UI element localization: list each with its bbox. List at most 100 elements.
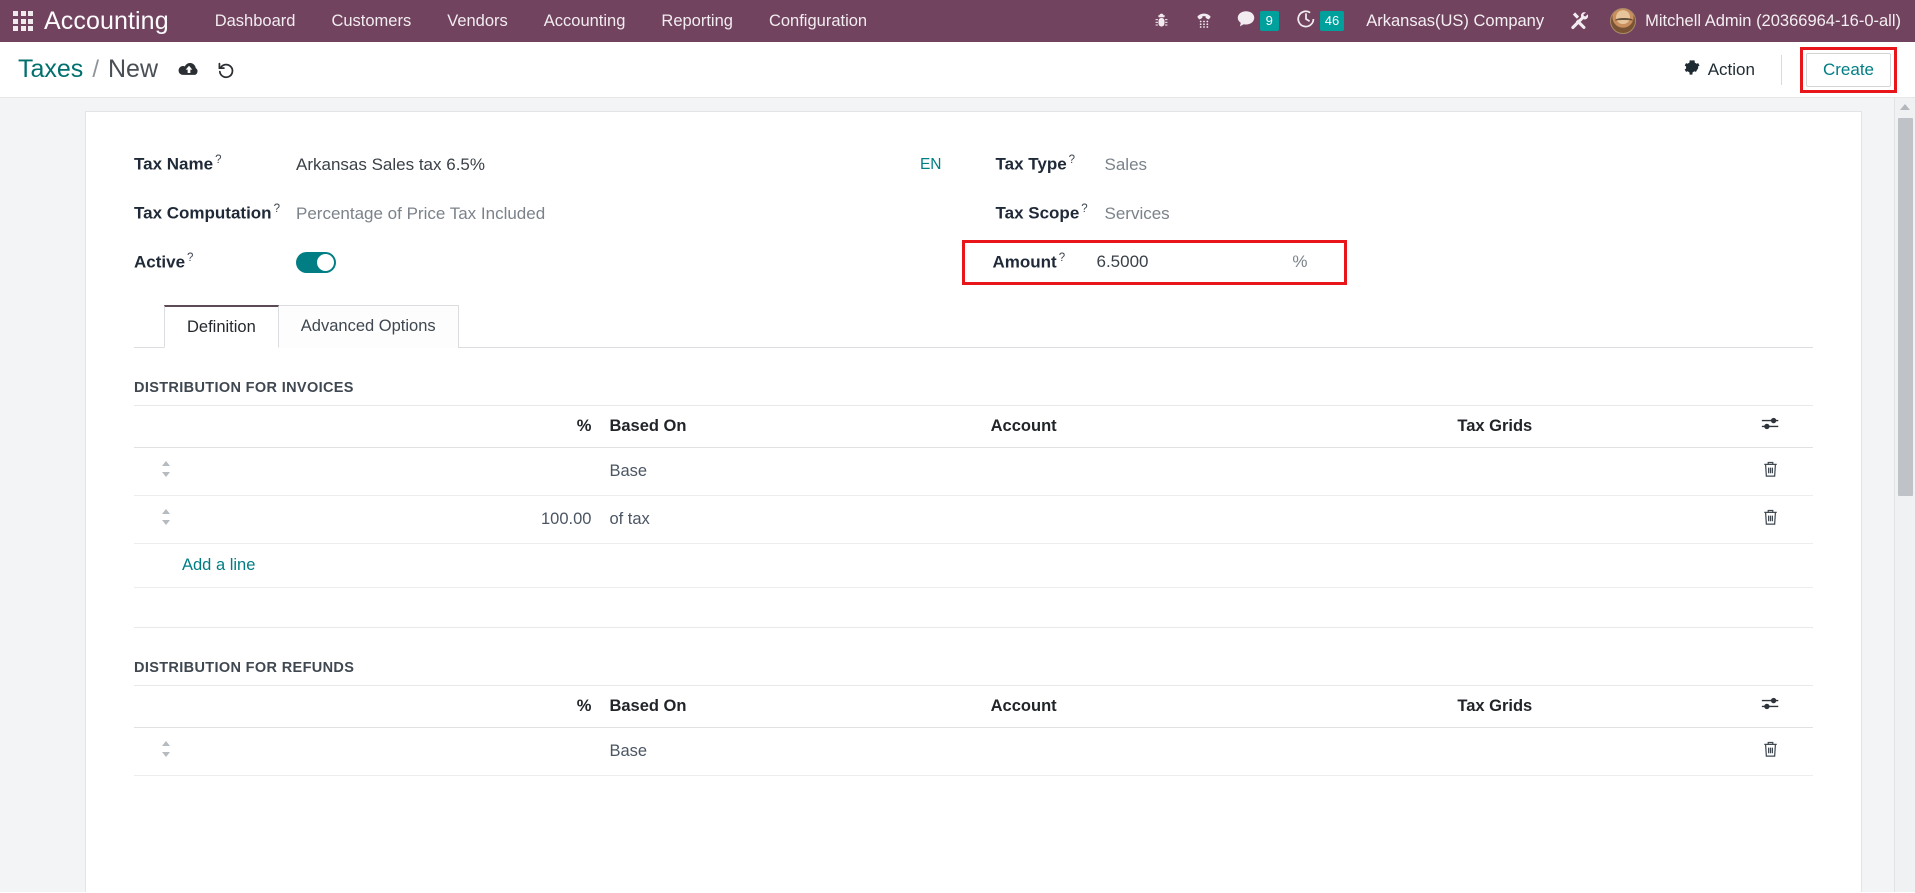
row-based-on[interactable]: Base [601,447,786,496]
row-drag-handle[interactable] [134,447,198,496]
apps-grid-icon[interactable] [6,0,40,42]
page-body: Tax Name? Arkansas Sales tax 6.5% EN Tax… [0,98,1915,892]
help-icon-amount[interactable]: ? [1059,252,1065,264]
row-tax-grids[interactable] [1262,495,1728,544]
menu-item-configuration[interactable]: Configuration [751,0,885,42]
keypad-icon[interactable] [1183,0,1225,42]
help-icon-tax-scope[interactable]: ? [1081,203,1087,215]
breadcrumb: Taxes / New [18,55,158,84]
vertical-scrollbar[interactable] [1894,98,1915,892]
help-icon-tax-type[interactable]: ? [1069,154,1075,166]
menu-item-accounting[interactable]: Accounting [526,0,644,42]
wrench-screwdriver-icon[interactable] [1558,0,1600,42]
menu-item-dashboard[interactable]: Dashboard [197,0,314,42]
th-column-options [1727,686,1813,728]
trash-icon[interactable] [1762,461,1779,482]
add-line-row[interactable]: Add a line [134,543,1813,588]
th-tax-grids[interactable]: Tax Grids [1262,686,1728,728]
section-refunds-title: DISTRIBUTION FOR REFUNDS [134,628,1813,686]
th-account[interactable]: Account [785,406,1263,448]
field-tax-computation-label: Tax Computation? [134,203,292,224]
row-account[interactable] [785,495,1263,544]
help-icon-tax-computation[interactable]: ? [274,203,280,215]
invoices-table-body: Base 100.00 of tax Add a line [134,447,1813,628]
drag-handle-icon[interactable] [160,740,172,758]
row-drag-handle[interactable] [134,727,198,776]
field-tax-computation-value[interactable]: Percentage of Price Tax Included [292,204,545,224]
top-navbar: Accounting Dashboard Customers Vendors A… [0,0,1915,42]
company-switcher[interactable]: Arkansas(US) Company [1350,0,1558,42]
active-toggle[interactable] [296,252,336,273]
help-icon-tax-name[interactable]: ? [215,154,221,166]
messages-count-badge: 9 [1259,11,1279,31]
column-options-icon[interactable] [1761,696,1780,711]
table-row[interactable]: 100.00 of tax [134,495,1813,544]
row-percent[interactable] [197,447,602,496]
row-tax-grids[interactable] [1262,727,1728,776]
add-a-line-link[interactable]: Add a line [182,556,255,574]
row-percent[interactable] [197,727,602,776]
breadcrumb-taxes[interactable]: Taxes [18,55,83,84]
field-amount-label: Amount? [993,252,1093,273]
cloud-upload-icon[interactable] [178,61,200,78]
th-percent[interactable]: % [197,406,602,448]
scrollbar-thumb[interactable] [1898,118,1913,496]
section-distribution-refunds: DISTRIBUTION FOR REFUNDS % Based On Acco… [86,628,1861,776]
table-header-row: % Based On Account Tax Grids [134,686,1813,728]
create-button[interactable]: Create [1805,52,1891,87]
invoices-distribution-table: % Based On Account Tax Grids Base 100.00… [134,406,1813,628]
trash-icon[interactable] [1762,509,1779,530]
row-delete-cell [1727,447,1813,496]
help-icon-active[interactable]: ? [187,252,193,264]
menu-item-reporting[interactable]: Reporting [643,0,751,42]
row-percent[interactable]: 100.00 [197,495,602,544]
action-button[interactable]: Action [1679,54,1769,86]
undo-icon[interactable] [216,60,236,80]
bug-icon[interactable] [1141,0,1183,42]
field-tax-scope-value[interactable]: Services [1101,204,1170,224]
field-tax-type-label: Tax Type? [996,154,1101,175]
menu-item-customers[interactable]: Customers [313,0,429,42]
column-options-icon[interactable] [1761,416,1780,431]
row-account[interactable] [785,447,1263,496]
row-account[interactable] [785,727,1263,776]
tab-definition[interactable]: Definition [164,305,279,348]
action-button-label: Action [1707,59,1755,79]
avatar [1610,8,1637,34]
field-tax-name-value[interactable]: Arkansas Sales tax 6.5% [292,155,485,175]
create-button-highlight: Create [1799,46,1897,93]
field-amount-value[interactable]: 6.5000 [1093,252,1149,272]
control-panel-divider [1780,54,1782,85]
table-row[interactable]: Base [134,447,1813,496]
field-tax-name-label-text: Tax Name [134,154,214,174]
form-top-group: Tax Name? Arkansas Sales tax 6.5% EN Tax… [134,140,1813,287]
row-tax-grids[interactable] [1262,447,1728,496]
th-based-on[interactable]: Based On [601,406,786,448]
field-tax-scope-label-text: Tax Scope [995,203,1080,223]
app-brand-accounting[interactable]: Accounting [40,7,175,36]
field-active-label-text: Active [134,252,186,272]
drag-handle-icon[interactable] [160,508,172,526]
trash-icon[interactable] [1762,741,1779,762]
field-tax-type-value[interactable]: Sales [1101,155,1148,175]
user-menu[interactable]: Mitchell Admin (20366964-16-0-all) [1600,8,1901,34]
row-based-on[interactable]: Base [601,727,786,776]
activities-counter[interactable]: 46 [1285,0,1350,42]
field-amount-label-text: Amount [992,252,1057,272]
menu-item-vendors[interactable]: Vendors [429,0,526,42]
table-header-row: % Based On Account Tax Grids [134,406,1813,448]
drag-handle-icon[interactable] [160,460,172,478]
th-percent[interactable]: % [197,686,602,728]
th-based-on[interactable]: Based On [601,686,786,728]
messages-counter[interactable]: 9 [1225,0,1285,42]
scroll-up-arrow[interactable] [1895,98,1915,116]
tab-advanced-options[interactable]: Advanced Options [278,305,459,348]
row-based-on[interactable]: of tax [601,495,786,544]
tax-name-language-tag[interactable]: EN [920,156,944,174]
th-account[interactable]: Account [785,686,1263,728]
row-drag-handle[interactable] [134,495,198,544]
form-sheet: Tax Name? Arkansas Sales tax 6.5% EN Tax… [85,111,1862,892]
th-tax-grids[interactable]: Tax Grids [1262,406,1728,448]
add-line-cell[interactable]: Add a line [134,543,1813,588]
table-row[interactable]: Base [134,727,1813,776]
